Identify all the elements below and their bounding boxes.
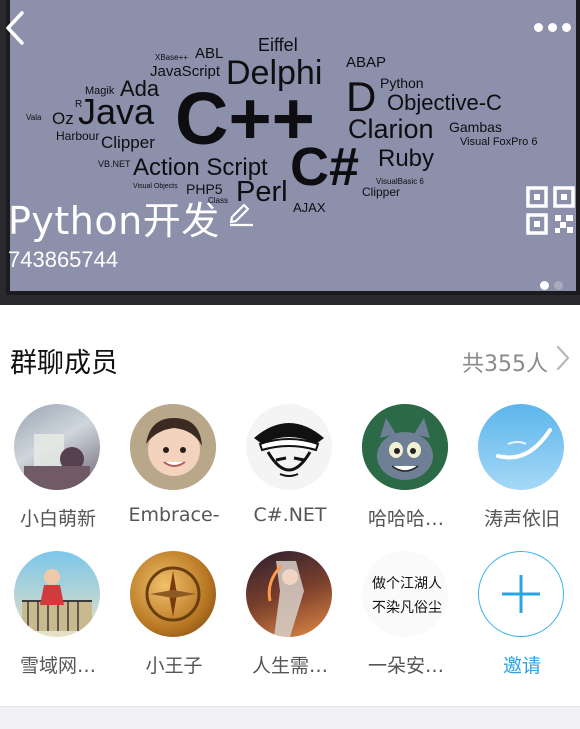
member-item[interactable]: 涛声依旧 — [464, 404, 580, 544]
cloud-word: Vala — [26, 113, 42, 122]
more-dot — [562, 23, 571, 32]
member-item[interactable]: 小白萌新 — [0, 404, 116, 544]
cloud-word: Java — [78, 91, 155, 132]
member-name: 一朵安… — [367, 655, 444, 677]
members-header[interactable]: 群聊成员 共355人 — [0, 305, 580, 400]
more-dot — [534, 23, 543, 32]
section-divider — [0, 706, 580, 729]
cloud-word: VB.NET — [98, 159, 131, 169]
avatar — [130, 551, 216, 637]
avatar — [478, 404, 564, 490]
cover-page-indicator — [540, 275, 568, 294]
avatar — [14, 404, 100, 490]
calligraphy-line: 不染凡俗尘 — [372, 600, 442, 616]
member-item[interactable]: 做个江湖人 不染凡俗尘 一朵安… — [348, 551, 464, 691]
avatar — [246, 551, 332, 637]
pencil-icon — [229, 203, 253, 227]
section-title: 群聊成员 — [10, 348, 118, 379]
cloud-word: Python — [380, 75, 424, 91]
member-name: Embrace- — [128, 504, 220, 526]
member-name: 小王子 — [145, 655, 203, 677]
member-name: 小白萌新 — [19, 508, 96, 530]
cloud-word: D — [346, 73, 377, 120]
cloud-word: Harbour — [56, 129, 100, 143]
cloud-word: ABL — [195, 45, 224, 62]
page-dot-active — [540, 281, 549, 290]
cloud-word: Ruby — [378, 145, 435, 172]
group-id: 743865744 — [8, 247, 119, 272]
back-button[interactable] — [2, 8, 36, 48]
avatar — [130, 404, 216, 490]
edit-name-button[interactable] — [226, 197, 256, 227]
member-item[interactable]: 小王子 — [116, 551, 232, 691]
cloud-word: ABAP — [346, 54, 387, 71]
member-name: 人生需… — [251, 655, 328, 677]
more-dot — [548, 23, 557, 32]
qr-code-button[interactable] — [526, 186, 576, 236]
cloud-word: Clarion — [348, 114, 434, 144]
member-item[interactable]: C#.NET — [232, 404, 348, 544]
member-count: 共355人 — [462, 352, 548, 377]
member-name: 哈哈哈… — [367, 508, 444, 530]
cloud-word: XBase++ — [155, 53, 188, 62]
cloud-word: Gambas — [449, 119, 502, 135]
chevron-right-icon — [556, 345, 570, 371]
member-item[interactable]: Embrace- — [116, 404, 232, 544]
avatar — [362, 404, 448, 490]
cloud-word: Objective-C — [387, 90, 502, 115]
cloud-word: Eiffel — [258, 35, 298, 55]
group-cover-banner: XBase++ ABL Eiffel JavaScript Delphi ABA… — [0, 0, 580, 305]
avatar — [14, 551, 100, 637]
calligraphy-line: 做个江湖人 — [372, 576, 442, 592]
cloud-word: Clipper — [101, 133, 155, 152]
member-item[interactable]: 哈哈哈… — [348, 404, 464, 544]
more-options-button[interactable] — [530, 14, 574, 40]
cloud-word: Oz — [52, 109, 74, 128]
avatar — [246, 404, 332, 490]
chevron-left-icon — [6, 11, 24, 45]
member-item[interactable]: 人生需… — [232, 551, 348, 691]
plus-icon — [501, 574, 540, 613]
group-name: Python开发 — [8, 199, 220, 243]
avatar: 做个江湖人 不染凡俗尘 — [362, 551, 448, 637]
member-name: 雪域网… — [19, 655, 96, 677]
member-name: 涛声依旧 — [483, 508, 560, 530]
member-item[interactable]: 雪域网… — [0, 551, 116, 691]
qr-code-icon — [526, 186, 575, 235]
cloud-word: C# — [290, 137, 360, 197]
invite-label: 邀请 — [502, 655, 541, 677]
invite-circle — [478, 551, 564, 637]
member-name: C#.NET — [253, 504, 327, 526]
cloud-word: Visual Objects — [133, 183, 178, 190]
page-dot — [554, 281, 563, 290]
cloud-word: AJAX — [293, 200, 326, 215]
cloud-word: Visual FoxPro 6 — [460, 136, 538, 148]
cloud-word: Clipper — [362, 185, 401, 199]
invite-member-button[interactable]: 邀请 — [464, 551, 580, 691]
